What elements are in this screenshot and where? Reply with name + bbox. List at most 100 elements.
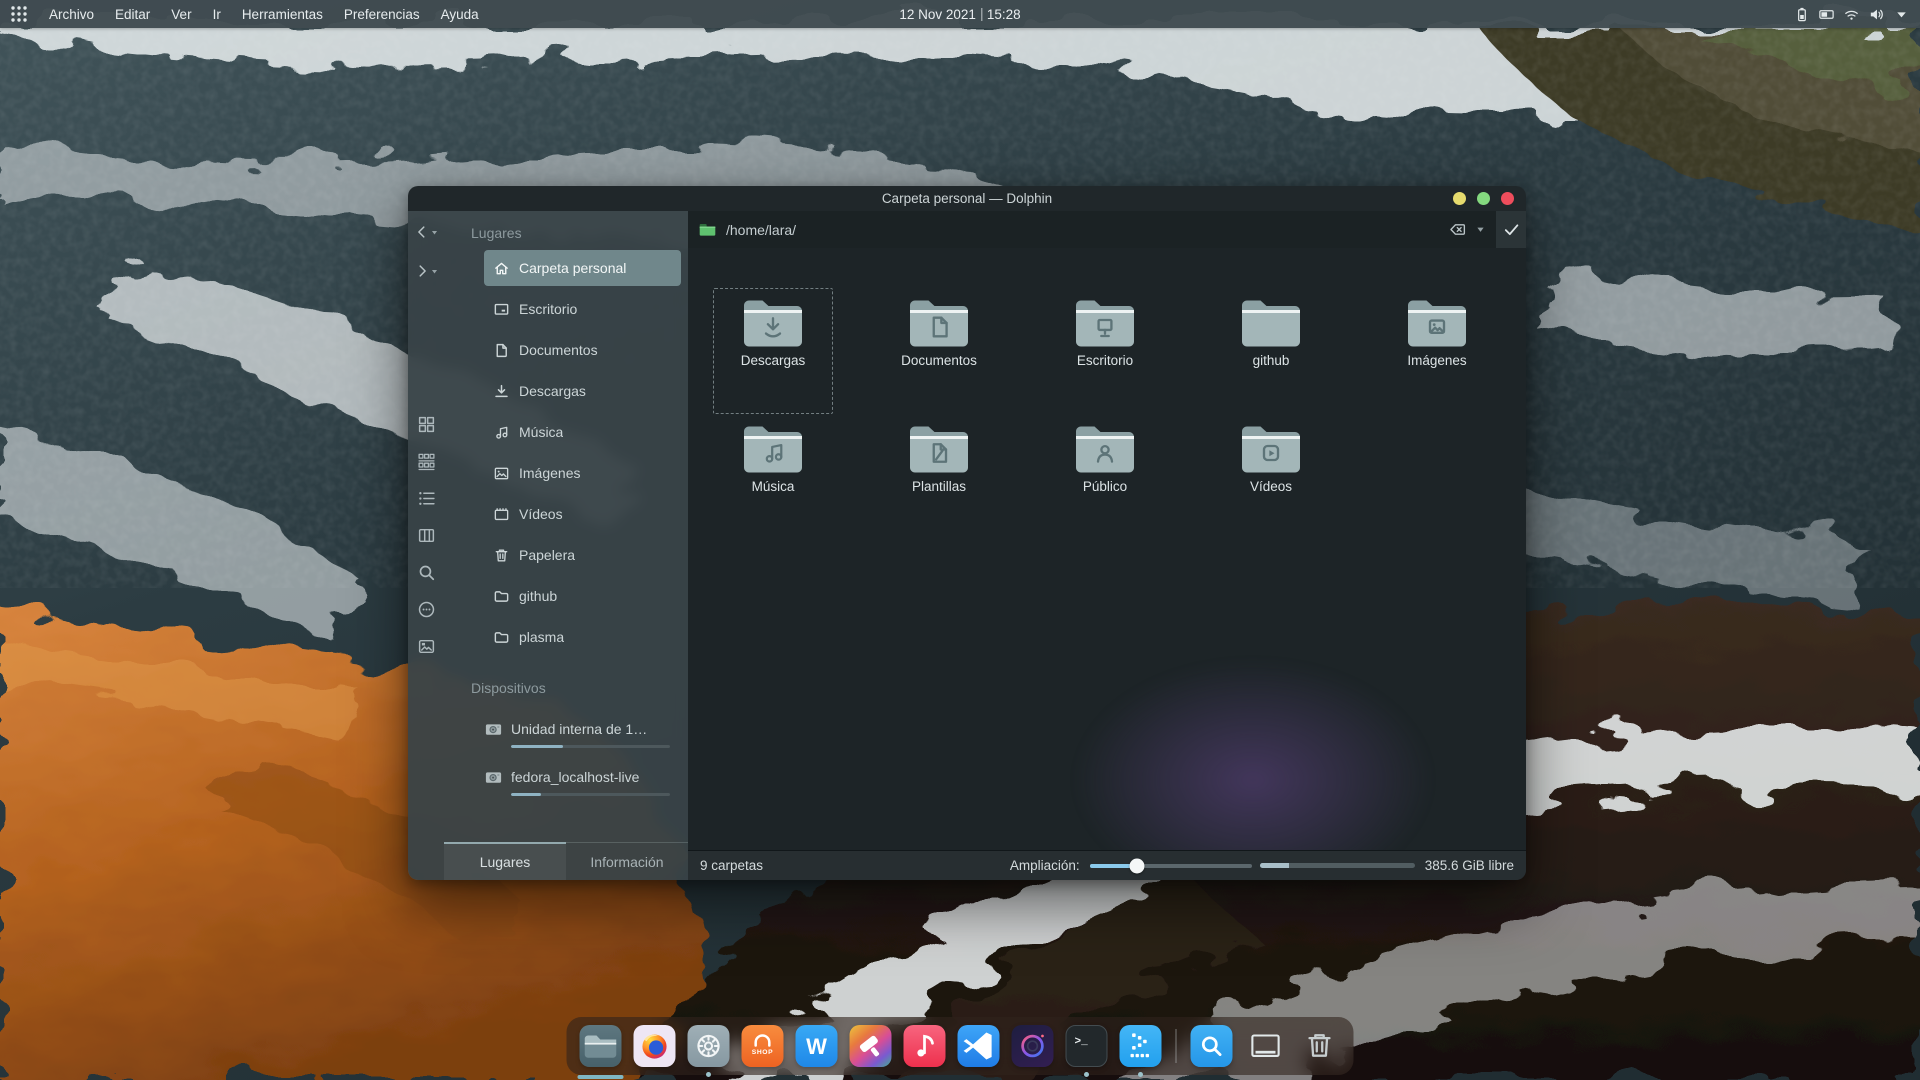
folder-emblem-icon bbox=[1091, 313, 1119, 341]
file-label: Música bbox=[752, 479, 795, 494]
menubar-menu[interactable]: Ver bbox=[171, 7, 191, 22]
zoom-slider[interactable] bbox=[1090, 864, 1252, 868]
clock-time: 15:28 bbox=[987, 7, 1021, 22]
folder-icon bbox=[741, 293, 805, 347]
places-item[interactable]: Papelera bbox=[484, 537, 681, 573]
forward-icon[interactable] bbox=[414, 258, 439, 284]
firefox-dock-icon[interactable] bbox=[634, 1025, 676, 1067]
preview-icon[interactable] bbox=[417, 637, 436, 656]
back-icon[interactable] bbox=[414, 219, 439, 245]
show-desktop-dock-icon[interactable] bbox=[1245, 1025, 1287, 1067]
search-icon[interactable] bbox=[417, 563, 436, 582]
menubar-menu[interactable]: Editar bbox=[115, 7, 150, 22]
dolphin-window: Carpeta personal — Dolphin bbox=[408, 186, 1526, 880]
sidebar: Lugares Carpeta personal Escritorio Docu… bbox=[408, 211, 688, 880]
running-indicator bbox=[1084, 1072, 1089, 1077]
view-compact-icon[interactable] bbox=[417, 452, 436, 471]
display-icon[interactable] bbox=[1818, 6, 1835, 23]
view-icons-icon[interactable] bbox=[417, 415, 436, 434]
settings-dock-icon[interactable] bbox=[688, 1025, 730, 1067]
menubar-menu[interactable]: Ir bbox=[213, 7, 221, 22]
media-ring-dock-icon[interactable] bbox=[1012, 1025, 1054, 1067]
dock-separator bbox=[1176, 1029, 1177, 1063]
file-item[interactable]: Escritorio bbox=[1045, 288, 1165, 414]
backspace-icon[interactable] bbox=[1448, 220, 1467, 239]
title-bar[interactable]: Carpeta personal — Dolphin bbox=[408, 186, 1526, 211]
system-tray bbox=[1793, 6, 1910, 23]
file-item[interactable]: Plantillas bbox=[879, 414, 999, 540]
trash-dock-icon[interactable] bbox=[1299, 1025, 1341, 1067]
device-item[interactable]: Unidad interna de 1… bbox=[484, 717, 681, 748]
image-icon bbox=[493, 465, 510, 482]
wifi-icon[interactable] bbox=[1843, 6, 1860, 23]
maximize-button[interactable] bbox=[1477, 192, 1490, 205]
svg-text:>_: >_ bbox=[1075, 1036, 1089, 1048]
ellipsis-circle-icon[interactable] bbox=[417, 600, 436, 619]
places-item[interactable]: Documentos bbox=[484, 332, 681, 368]
places-item[interactable]: Música bbox=[484, 414, 681, 450]
places-item[interactable]: github bbox=[484, 578, 681, 614]
location-path[interactable]: /home/lara/ bbox=[726, 222, 796, 238]
folder-view: Descargas Documentos bbox=[688, 248, 1526, 880]
folder-icon bbox=[1073, 293, 1137, 347]
dots-app-dock-icon[interactable] bbox=[1120, 1025, 1162, 1067]
places-item-label: Escritorio bbox=[519, 301, 577, 317]
places-item[interactable]: Escritorio bbox=[484, 291, 681, 327]
places-panel: Lugares Carpeta personal Escritorio Docu… bbox=[444, 211, 688, 880]
theme-dock-icon[interactable] bbox=[850, 1025, 892, 1067]
folder-icon bbox=[907, 293, 971, 347]
files-area[interactable]: Descargas Documentos bbox=[688, 248, 1526, 850]
caret-down-icon[interactable] bbox=[1475, 224, 1486, 235]
menubar-menu[interactable]: Preferencias bbox=[344, 7, 420, 22]
menubar-menu[interactable]: Archivo bbox=[49, 7, 94, 22]
device-usage-bar bbox=[511, 745, 670, 748]
menubar-menu[interactable]: Herramientas bbox=[242, 7, 323, 22]
places-item-label: Imágenes bbox=[519, 465, 580, 481]
wps-dock-icon[interactable]: W bbox=[796, 1025, 838, 1067]
battery-icon[interactable] bbox=[1793, 6, 1810, 23]
disk-icon bbox=[484, 768, 503, 787]
accept-location-button[interactable] bbox=[1496, 211, 1526, 248]
file-item[interactable]: Documentos bbox=[879, 288, 999, 414]
device-label: Unidad interna de 1… bbox=[511, 721, 647, 737]
location-bar[interactable]: /home/lara/ bbox=[688, 211, 1526, 248]
file-item[interactable]: Público bbox=[1045, 414, 1165, 540]
places-item[interactable]: Carpeta personal bbox=[484, 250, 681, 286]
shop-dock-icon[interactable]: SHOP bbox=[742, 1025, 784, 1067]
menubar-menu[interactable]: Ayuda bbox=[441, 7, 479, 22]
view-details-icon[interactable] bbox=[417, 489, 436, 508]
places-item[interactable]: Vídeos bbox=[484, 496, 681, 532]
volume-icon[interactable] bbox=[1868, 6, 1885, 23]
search-dock-icon[interactable] bbox=[1191, 1025, 1233, 1067]
places-item-label: Música bbox=[519, 424, 563, 440]
places-item[interactable]: plasma bbox=[484, 619, 681, 655]
folder-icon bbox=[741, 419, 805, 473]
device-usage-bar bbox=[511, 793, 670, 796]
file-item[interactable]: github bbox=[1211, 288, 1331, 414]
view-split-icon[interactable] bbox=[417, 526, 436, 545]
close-button[interactable] bbox=[1501, 192, 1514, 205]
folder-emblem-icon bbox=[1091, 439, 1119, 467]
vscode-dock-icon[interactable] bbox=[958, 1025, 1000, 1067]
sidebar-tab[interactable]: Lugares bbox=[444, 843, 566, 880]
clock[interactable]: 12 Nov 2021 15:28 bbox=[899, 7, 1020, 22]
apps-grid-icon[interactable] bbox=[10, 5, 28, 23]
places-item[interactable]: Imágenes bbox=[484, 455, 681, 491]
files-dock-icon[interactable] bbox=[580, 1025, 622, 1067]
file-item[interactable]: Vídeos bbox=[1211, 414, 1331, 540]
music-dock-icon[interactable] bbox=[904, 1025, 946, 1067]
download-icon bbox=[493, 383, 510, 400]
minimize-button[interactable] bbox=[1453, 192, 1466, 205]
file-item[interactable]: Imágenes bbox=[1377, 288, 1497, 414]
terminal-dock-icon[interactable]: >_ bbox=[1066, 1025, 1108, 1067]
zoom-control: Ampliación: bbox=[1010, 858, 1252, 873]
zoom-slider-thumb[interactable] bbox=[1129, 858, 1144, 873]
file-item[interactable]: Descargas bbox=[713, 288, 833, 414]
file-item[interactable]: Música bbox=[713, 414, 833, 540]
device-item[interactable]: fedora_localhost-live bbox=[484, 765, 681, 796]
caret-down-icon[interactable] bbox=[1893, 6, 1910, 23]
sidebar-tab[interactable]: Información bbox=[566, 843, 688, 880]
places-item[interactable]: Descargas bbox=[484, 373, 681, 409]
folder-icon bbox=[1405, 293, 1469, 347]
file-label: Escritorio bbox=[1077, 353, 1133, 368]
